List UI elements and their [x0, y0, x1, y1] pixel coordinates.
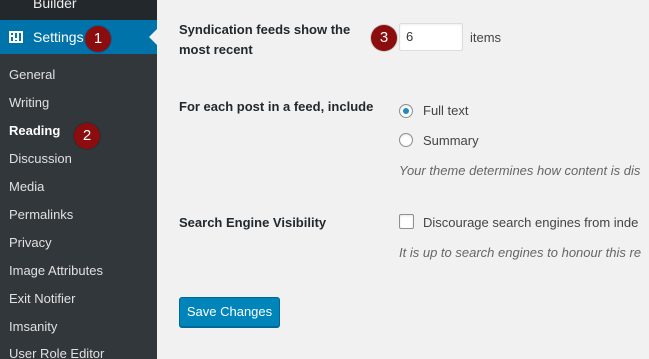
settings-submenu: General Writing Reading Discussion Media…: [0, 54, 157, 359]
settings-sliders-icon: [9, 31, 23, 43]
summary-label[interactable]: Summary: [423, 133, 479, 148]
syndication-label-line2: most recent: [179, 42, 253, 57]
step-badge-2: 2: [74, 123, 100, 149]
syndication-label: Syndication feeds show the most recent: [179, 20, 350, 60]
submenu-item-user-role-editor[interactable]: User Role Editor: [9, 346, 104, 359]
step-badge-3: 3: [371, 25, 397, 51]
sidebar-item-settings-label: Settings: [33, 29, 84, 45]
submenu-item-discussion[interactable]: Discussion: [9, 151, 72, 167]
submenu-item-image-attributes[interactable]: Image Attributes: [9, 263, 103, 279]
search-visibility-description: It is up to search engines to honour thi…: [399, 245, 642, 260]
submenu-item-exit-notifier[interactable]: Exit Notifier: [9, 291, 75, 307]
items-unit-label: items: [470, 30, 502, 45]
wp-admin-screen: Builder Settings General Writing Reading…: [0, 0, 649, 359]
current-menu-arrow: [149, 29, 157, 45]
feed-content-label: For each post in a feed, include: [179, 99, 374, 114]
submenu-item-media[interactable]: Media: [9, 179, 44, 195]
posts-per-rss-input[interactable]: 6: [399, 23, 463, 51]
full-text-radio[interactable]: [399, 104, 413, 118]
step-badge-1: 1: [85, 26, 111, 52]
discourage-search-label[interactable]: Discourage search engines from inde: [423, 215, 638, 230]
save-changes-button[interactable]: Save Changes: [179, 297, 280, 327]
discourage-search-checkbox[interactable]: [399, 214, 414, 229]
admin-sidebar: Builder Settings General Writing Reading…: [0, 0, 157, 359]
search-visibility-label: Search Engine Visibility: [179, 215, 327, 230]
sidebar-item-builder[interactable]: Builder: [33, 0, 77, 12]
submenu-item-general[interactable]: General: [9, 67, 55, 83]
submenu-item-reading[interactable]: Reading: [9, 123, 60, 139]
syndication-label-line1: Syndication feeds show the: [179, 22, 351, 37]
submenu-item-privacy[interactable]: Privacy: [9, 235, 52, 251]
submenu-item-imsanity[interactable]: Imsanity: [9, 319, 57, 335]
submenu-item-permalinks[interactable]: Permalinks: [9, 207, 73, 223]
full-text-label[interactable]: Full text: [423, 103, 469, 118]
feed-content-description: Your theme determines how content is dis: [399, 163, 641, 178]
summary-radio[interactable]: [399, 133, 413, 147]
submenu-item-writing[interactable]: Writing: [9, 95, 49, 111]
sidebar-item-settings[interactable]: Settings: [0, 20, 157, 54]
